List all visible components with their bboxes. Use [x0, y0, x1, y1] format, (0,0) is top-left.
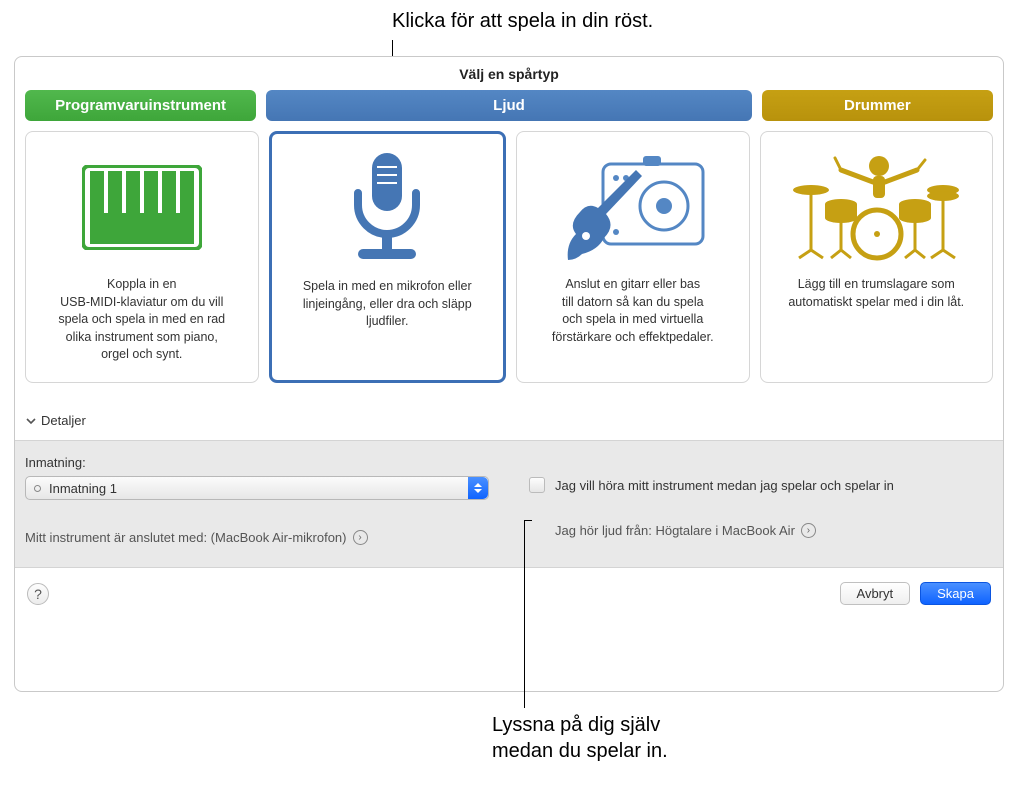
- drummer-icon: [773, 142, 981, 272]
- input-channel-icon: [34, 485, 41, 492]
- select-arrows-icon: [468, 477, 488, 499]
- monitor-checkbox[interactable]: [529, 477, 545, 493]
- monitor-label: Jag vill höra mitt instrument medan jag …: [555, 478, 894, 493]
- card-microphone[interactable]: Spela in med en mikrofon eller linjeingå…: [269, 131, 507, 383]
- instrument-connected-text: Mitt instrument är anslutet med: (MacBoo…: [25, 530, 347, 545]
- details-disclosure[interactable]: Detaljer: [15, 393, 1003, 440]
- callout-bottom-line-h: [524, 520, 532, 521]
- details-panel: Inmatning: Inmatning 1 Mitt instrument ä…: [15, 440, 1003, 568]
- instrument-connected-line: Mitt instrument är anslutet med: (MacBoo…: [25, 530, 489, 545]
- tab-audio[interactable]: Ljud: [266, 90, 752, 121]
- card-software-instrument[interactable]: Koppla in en USB-MIDI-klaviatur om du vi…: [25, 131, 259, 383]
- track-type-tabs: Programvaruinstrument Ljud Drummer: [15, 90, 1003, 121]
- input-label: Inmatning:: [25, 455, 489, 470]
- card-guitar-desc: Anslut en gitarr eller bas till datorn s…: [552, 276, 714, 346]
- card-guitar[interactable]: Anslut en gitarr eller bas till datorn s…: [516, 131, 750, 383]
- track-type-cards: Koppla in en USB-MIDI-klaviatur om du vi…: [15, 121, 1003, 393]
- tab-software-instrument[interactable]: Programvaruinstrument: [25, 90, 256, 121]
- chevron-down-icon: [25, 415, 37, 427]
- callout-bottom: Lyssna på dig själv medan du spelar in.: [492, 712, 892, 764]
- go-arrow-icon[interactable]: ›: [801, 523, 816, 538]
- tab-drummer[interactable]: Drummer: [762, 90, 993, 121]
- input-select[interactable]: Inmatning 1: [25, 476, 489, 500]
- hear-from-line: Jag hör ljud från: Högtalare i MacBook A…: [555, 523, 993, 538]
- callout-bottom-line: [524, 520, 525, 708]
- card-microphone-desc: Spela in med en mikrofon eller linjeingå…: [303, 278, 472, 331]
- create-button[interactable]: Skapa: [920, 582, 991, 605]
- hear-from-text: Jag hör ljud från: Högtalare i MacBook A…: [555, 523, 795, 538]
- microphone-icon: [284, 144, 492, 274]
- card-drummer[interactable]: Lägg till en trumslagare som automatiskt…: [760, 131, 994, 383]
- dialog-title: Välj en spårtyp: [15, 57, 1003, 90]
- dialog-footer: ? Avbryt Skapa: [15, 568, 1003, 619]
- cancel-button[interactable]: Avbryt: [840, 582, 911, 605]
- details-label: Detaljer: [41, 413, 86, 428]
- card-software-desc: Koppla in en USB-MIDI-klaviatur om du vi…: [58, 276, 225, 364]
- input-select-value: Inmatning 1: [49, 481, 117, 496]
- callout-top: Klicka för att spela in din röst.: [392, 10, 653, 33]
- card-drummer-desc: Lägg till en trumslagare som automatiskt…: [788, 276, 964, 311]
- help-button[interactable]: ?: [27, 583, 49, 605]
- keyboard-icon: [38, 142, 246, 272]
- guitar-amp-icon: [529, 142, 737, 272]
- track-type-dialog: Välj en spårtyp Programvaruinstrument Lj…: [14, 56, 1004, 692]
- go-arrow-icon[interactable]: ›: [353, 530, 368, 545]
